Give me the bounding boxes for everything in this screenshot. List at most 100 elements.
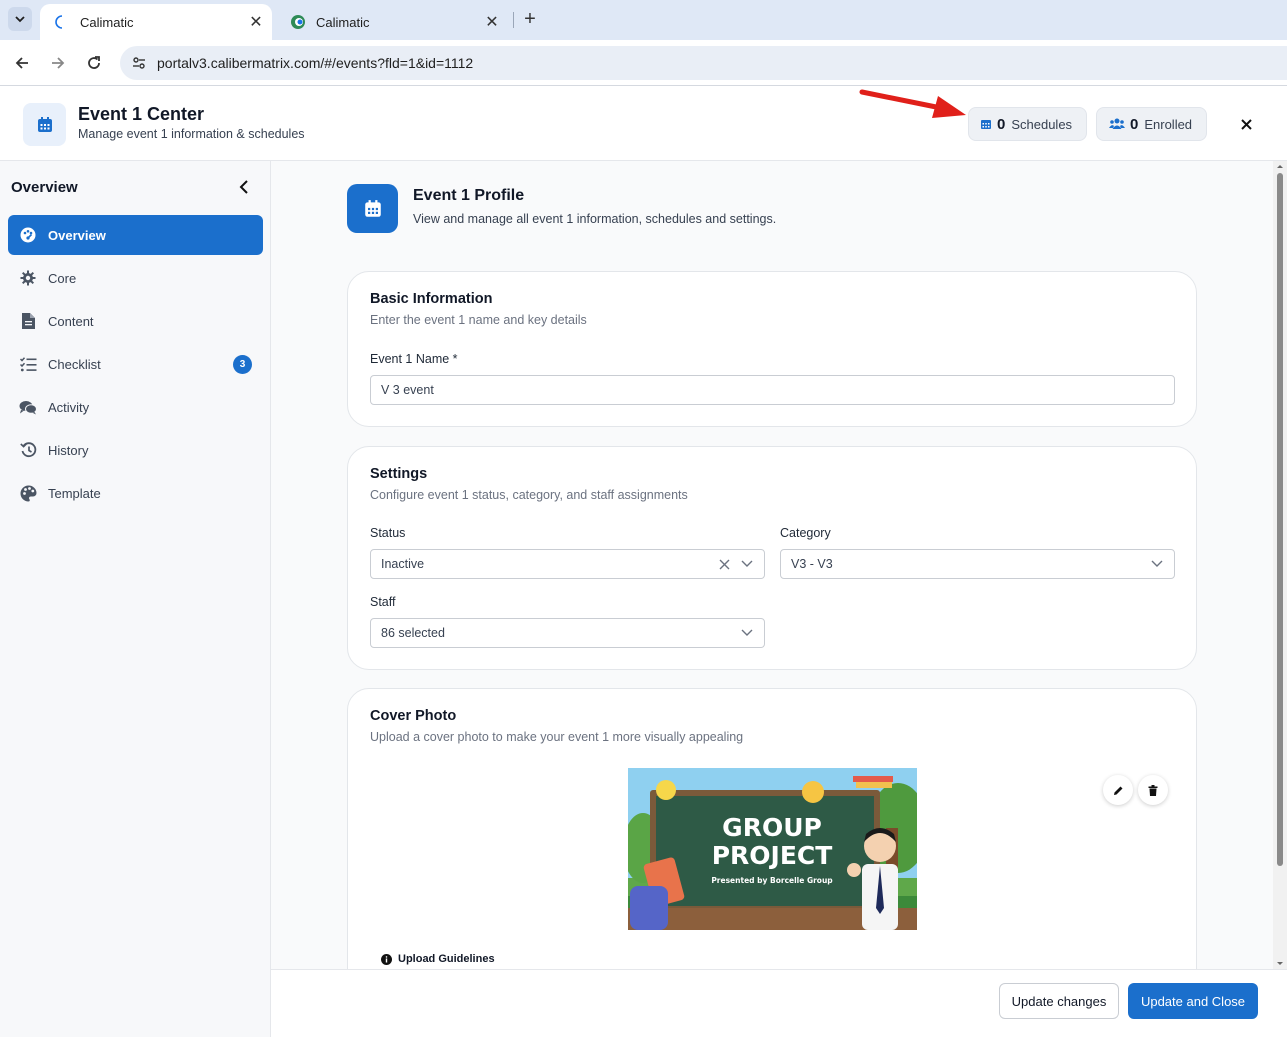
annotation-arrow-icon [859, 89, 966, 118]
settings-card: Settings Configure event 1 status, categ… [347, 446, 1197, 670]
chevron-down-icon [740, 626, 754, 640]
sidebar-item-history[interactable]: History [8, 430, 263, 470]
cover-heading-1: GROUP [722, 813, 822, 842]
card-subtitle: Configure event 1 status, category, and … [370, 488, 688, 502]
back-button[interactable] [9, 50, 35, 76]
tab-close-icon[interactable]: ✕ [482, 12, 502, 32]
cover-heading-2: PROJECT [712, 841, 833, 870]
history-icon [19, 441, 37, 459]
calendar-icon [981, 120, 991, 129]
sidebar-item-core[interactable]: Core [8, 258, 263, 298]
sidebar-item-label: Content [48, 313, 94, 329]
calendar-icon [347, 184, 398, 233]
sidebar-item-label: Overview [48, 227, 106, 243]
palette-icon [19, 484, 37, 502]
browser-toolbar: portalv3.calibermatrix.com/#/events?fld=… [0, 40, 1287, 86]
cover-caption: Presented by Borcelle Group [711, 876, 833, 885]
main-scrollbar[interactable] [1273, 161, 1287, 969]
close-icon [1240, 118, 1252, 130]
edit-photo-button[interactable] [1103, 775, 1133, 805]
address-bar[interactable]: portalv3.calibermatrix.com/#/events?fld=… [120, 46, 1287, 80]
trash-icon [1148, 784, 1158, 796]
sidebar-item-label: Activity [48, 399, 90, 415]
sidebar-item-activity[interactable]: Activity [8, 387, 263, 427]
action-footer: Update changes Update and Close [271, 969, 1287, 1037]
reload-icon [88, 56, 100, 69]
browser-tab-active[interactable]: Calimatic ✕ [40, 4, 272, 40]
pencil-icon [1113, 786, 1122, 795]
category-select[interactable]: V3 - V3 [780, 549, 1175, 579]
tab-search-button[interactable] [8, 7, 32, 31]
sidebar-item-label: Template [48, 485, 101, 501]
info-icon [381, 953, 392, 965]
update-changes-button[interactable]: Update changes [999, 983, 1119, 1019]
arrow-left-icon [15, 57, 28, 69]
event-name-label: Event 1 Name * [370, 352, 458, 366]
staff-select[interactable]: 86 selected [370, 618, 765, 648]
staff-label: Staff [370, 595, 396, 609]
gear-icon [19, 269, 37, 287]
profile-subtitle: View and manage all event 1 information,… [413, 212, 777, 226]
card-subtitle: Enter the event 1 name and key details [370, 313, 587, 327]
chevron-left-icon [239, 180, 248, 194]
calimatic-favicon-icon [290, 14, 306, 30]
event-name-value: V 3 event [381, 383, 434, 397]
status-select[interactable]: Inactive [370, 549, 765, 579]
upload-guidelines-label: Upload Guidelines [398, 953, 495, 965]
chevron-down-icon [740, 557, 754, 571]
clear-icon[interactable] [716, 556, 732, 572]
users-icon [1109, 118, 1125, 129]
comments-icon [19, 398, 37, 416]
status-label: Status [370, 526, 406, 540]
collapse-sidebar-button[interactable] [233, 176, 255, 198]
arrow-right-icon [52, 57, 65, 69]
checklist-count-badge: 3 [233, 354, 252, 374]
enrolled-button[interactable]: 0 Enrolled [1096, 107, 1207, 141]
card-title: Cover Photo [370, 708, 457, 724]
url-text: portalv3.calibermatrix.com/#/events?fld=… [157, 55, 474, 71]
enrolled-count: 0 [1130, 115, 1139, 133]
main-content: Event 1 Profile View and manage all even… [271, 161, 1287, 969]
card-title: Settings [370, 466, 428, 482]
sidebar-item-label: Core [48, 270, 77, 286]
category-value: V3 - V3 [791, 557, 833, 571]
site-settings-icon[interactable] [128, 52, 150, 74]
schedules-label: Schedules [1011, 116, 1073, 132]
new-tab-button[interactable]: + [518, 8, 542, 32]
browser-tab-bar: Calimatic ✕ Calimatic ✕ + [0, 0, 1287, 40]
sidebar-item-checklist[interactable]: Checklist 3 [8, 344, 263, 384]
cover-photo-image: GROUP PROJECT Presented by Borcelle Grou… [628, 768, 917, 930]
tab-separator [513, 12, 514, 28]
app-header: Event 1 Center Manage event 1 informatio… [0, 87, 1287, 161]
event-name-input[interactable]: V 3 event [370, 375, 1175, 405]
calendar-icon [23, 103, 66, 146]
update-and-close-button[interactable]: Update and Close [1128, 983, 1258, 1019]
sidebar: Overview Overview Core Content Checklist… [0, 161, 271, 1037]
forward-button[interactable] [45, 50, 71, 76]
tab-close-icon[interactable]: ✕ [246, 12, 266, 32]
staff-value: 86 selected [381, 626, 445, 640]
sidebar-heading: Overview [11, 179, 78, 196]
page-title: Event 1 Center [78, 104, 205, 124]
tab-title: Calimatic [80, 14, 134, 30]
scroll-down-icon[interactable] [1273, 959, 1287, 969]
loading-icon [54, 14, 70, 30]
sidebar-item-overview[interactable]: Overview [8, 215, 263, 255]
chevron-down-icon [15, 16, 25, 23]
delete-photo-button[interactable] [1138, 775, 1168, 805]
sidebar-item-content[interactable]: Content [8, 301, 263, 341]
document-icon [19, 312, 37, 330]
close-button[interactable] [1236, 114, 1256, 134]
sidebar-item-template[interactable]: Template [8, 473, 263, 513]
schedules-button[interactable]: 0 Schedules [968, 107, 1087, 141]
sidebar-item-label: Checklist [48, 356, 101, 372]
checklist-icon [19, 355, 37, 373]
scroll-up-icon[interactable] [1273, 161, 1287, 171]
upload-guidelines: Upload Guidelines [381, 953, 495, 965]
scrollbar-thumb[interactable] [1277, 173, 1283, 866]
sidebar-item-label: History [48, 442, 89, 458]
browser-tab-inactive[interactable]: Calimatic ✕ [276, 4, 508, 40]
basic-information-card: Basic Information Enter the event 1 name… [347, 271, 1197, 427]
reload-button[interactable] [81, 50, 107, 76]
enrolled-label: Enrolled [1144, 116, 1193, 132]
